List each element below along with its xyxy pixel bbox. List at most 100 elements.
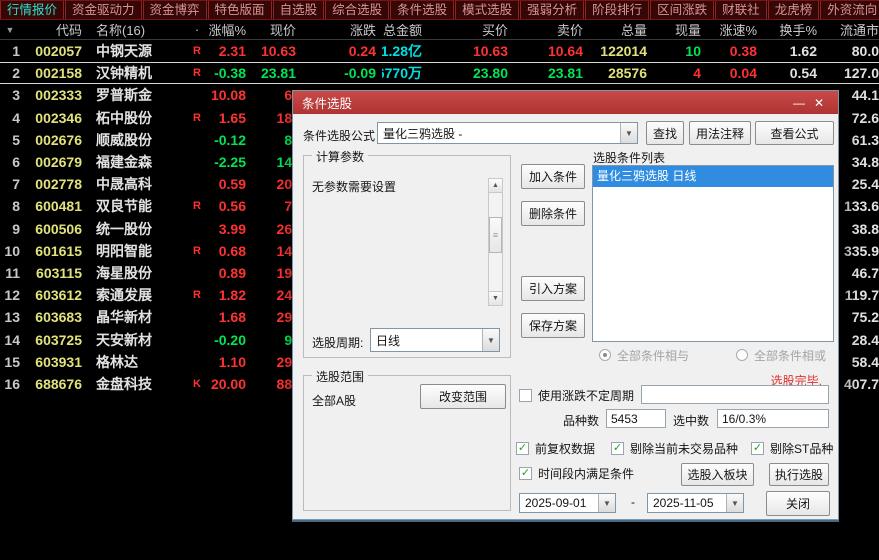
column-header-amount[interactable]: 总金额 xyxy=(382,20,428,39)
cell-pct: 3.99 xyxy=(218,220,246,237)
scroll-up-icon[interactable]: ▲ xyxy=(488,178,503,193)
cell-marker xyxy=(188,129,206,151)
params-scrollbar[interactable]: ▲ ≡ ▼ xyxy=(488,178,503,306)
minimize-icon[interactable]: — xyxy=(789,96,809,110)
dialog-titlebar[interactable]: 条件选股 — ✕ xyxy=(293,91,838,114)
save-plan-button[interactable]: 保存方案 xyxy=(521,313,585,338)
cell-code: 603931 xyxy=(35,353,82,370)
menu-tab[interactable]: 综合选股 xyxy=(325,1,390,19)
radio-all-or[interactable]: 全部条件相或 xyxy=(736,348,827,363)
cell-pct: 10.08 xyxy=(210,87,246,104)
condition-list-label: 选股条件列表 xyxy=(593,151,666,165)
forward-adjusted-checkbox[interactable]: ✓ 前复权数据 xyxy=(516,440,595,456)
cell-pct: 1.68 xyxy=(218,309,246,326)
scope-group-title: 选股范围 xyxy=(312,368,369,385)
menu-tab[interactable]: 财联社 xyxy=(715,1,767,19)
column-header-chg[interactable]: 涨跌 xyxy=(302,20,382,39)
menu-tab[interactable]: 自选股 xyxy=(272,1,325,19)
close-icon[interactable]: ✕ xyxy=(809,96,829,110)
condition-list[interactable]: 量化三鸦选股 日线 xyxy=(592,165,834,342)
selected-count-value: 16/0.3% xyxy=(717,409,829,428)
column-header-marker[interactable]: · xyxy=(188,20,206,39)
menu-tab[interactable]: 行情报价 xyxy=(0,1,65,19)
cell-code: 600481 xyxy=(35,198,82,215)
scope-group: 选股范围 全部A股 改变范围 xyxy=(303,368,511,511)
chevron-down-icon[interactable]: ▼ xyxy=(598,494,615,512)
menu-tab[interactable]: 阶段排行 xyxy=(585,1,650,19)
cell-marker: R xyxy=(193,200,201,213)
radio-all-and[interactable]: 全部条件相与 xyxy=(599,348,689,363)
usage-notes-button[interactable]: 用法注释 xyxy=(689,121,751,145)
cell-name: 金盘科技 xyxy=(96,375,152,392)
menu-tab[interactable]: 资金博弈 xyxy=(142,1,207,19)
execute-pick-button[interactable]: 执行选股 xyxy=(769,463,829,486)
import-plan-button[interactable]: 引入方案 xyxy=(521,276,585,301)
checkbox-checked-icon: ✓ xyxy=(519,466,532,480)
sort-desc-icon[interactable]: ▼ xyxy=(0,20,26,39)
cell-code: 002333 xyxy=(35,87,82,104)
cell-pct: 0.59 xyxy=(218,176,246,193)
condition-list-item[interactable]: 量化三鸦选股 日线 xyxy=(593,166,833,187)
formula-combobox[interactable]: 量化三鸦选股 - ▼ xyxy=(377,122,638,144)
chevron-down-icon[interactable]: ▼ xyxy=(620,123,637,143)
cell-marker: R xyxy=(193,67,201,80)
menu-tab[interactable]: 龙虎榜 xyxy=(767,1,820,19)
date-from-combobox[interactable]: 2025-09-01 ▼ xyxy=(519,493,616,513)
exclude-untraded-label: 剔除当前未交易品种 xyxy=(630,441,739,456)
cell-seq: 5 xyxy=(12,131,20,148)
find-button[interactable]: 查找 xyxy=(646,121,684,145)
menu-tab[interactable]: 区间涨跌 xyxy=(650,1,715,19)
column-header-sell[interactable]: 卖价 xyxy=(514,20,589,39)
quote-row[interactable]: 1 002057 中钢天源 R 2.31 10.63 0.24 1.28亿 10.63 10.64… xyxy=(0,40,879,62)
exclude-untraded-checkbox[interactable]: ✓ 剔除当前未交易品种 xyxy=(611,440,738,456)
column-header-cur[interactable]: 现量 xyxy=(653,20,707,39)
period-combobox[interactable]: 日线 ▼ xyxy=(370,328,500,352)
column-header-name[interactable]: 名称(16) xyxy=(88,20,188,39)
scope-value: 全部A股 xyxy=(312,394,357,408)
column-header-code[interactable]: 代码 xyxy=(26,20,88,39)
quote-row[interactable]: 2 002158 汉钟精机 R -0.38 23.81 -0.09 6770万 23.80 23.… xyxy=(0,62,879,84)
cell-code: 002346 xyxy=(35,109,82,126)
cell-seq: 11 xyxy=(5,264,20,281)
cell-seq: 9 xyxy=(12,220,20,237)
custom-period-checkbox[interactable]: 使用涨跌不定周期 xyxy=(519,387,634,403)
delete-condition-button[interactable]: 删除条件 xyxy=(521,201,585,226)
timerange-checkbox[interactable]: ✓ 时间段内满足条件 xyxy=(519,465,634,481)
cell-marker: R xyxy=(193,289,201,302)
menu-tab[interactable]: 条件选股 xyxy=(390,1,455,19)
cell-code: 002158 xyxy=(35,65,82,82)
cell-vol: 28576 xyxy=(608,65,647,82)
column-header-speed[interactable]: 涨速% xyxy=(707,20,763,39)
menu-tab[interactable]: 外资流向 xyxy=(820,1,879,19)
change-scope-button[interactable]: 改变范围 xyxy=(420,384,506,409)
cell-marker xyxy=(188,262,206,284)
chevron-down-icon[interactable]: ▼ xyxy=(482,329,499,351)
cell-marker xyxy=(188,173,206,195)
chevron-down-icon[interactable]: ▼ xyxy=(726,494,743,512)
menu-tab[interactable]: 特色版面 xyxy=(207,1,272,19)
date-to-combobox[interactable]: 2025-11-05 ▼ xyxy=(647,493,744,513)
cell-pct: 0.56 xyxy=(218,198,246,215)
view-formula-button[interactable]: 查看公式 xyxy=(755,121,834,145)
scrollbar-thumb[interactable]: ≡ xyxy=(489,217,502,253)
custom-period-input[interactable] xyxy=(641,385,829,404)
close-dialog-button[interactable]: 关闭 xyxy=(766,491,830,516)
column-header-buy[interactable]: 买价 xyxy=(428,20,514,39)
menu-tab[interactable]: 模式选股 xyxy=(455,1,520,19)
column-header-price[interactable]: 现价 xyxy=(252,20,302,39)
column-header-vol[interactable]: 总量 xyxy=(589,20,653,39)
scroll-down-icon[interactable]: ▼ xyxy=(488,291,503,306)
radio-icon xyxy=(736,349,748,361)
column-header-float[interactable]: 流通市 xyxy=(823,20,879,39)
menu-tab[interactable]: 资金驱动力 xyxy=(65,1,142,19)
cell-name: 明阳智能 xyxy=(96,242,152,259)
add-condition-button[interactable]: 加入条件 xyxy=(521,164,585,189)
column-header-pct[interactable]: 涨幅% xyxy=(206,20,252,39)
menu-tab[interactable]: 强弱分析 xyxy=(520,1,585,19)
exclude-st-checkbox[interactable]: ✓ 剔除ST品种 xyxy=(751,440,833,456)
column-header-turn[interactable]: 换手% xyxy=(763,20,823,39)
pick-to-board-button[interactable]: 选股入板块 xyxy=(681,463,754,486)
tdx-app-screen: 行情报价 资金驱动力 资金博弈 特色版面 自选股 综合选股 条件选股 模式选股 强弱分析 阶段排行… xyxy=(0,0,879,560)
radio-or-label: 全部条件相或 xyxy=(754,348,827,363)
selected-count-label: 选中数 xyxy=(673,414,710,428)
